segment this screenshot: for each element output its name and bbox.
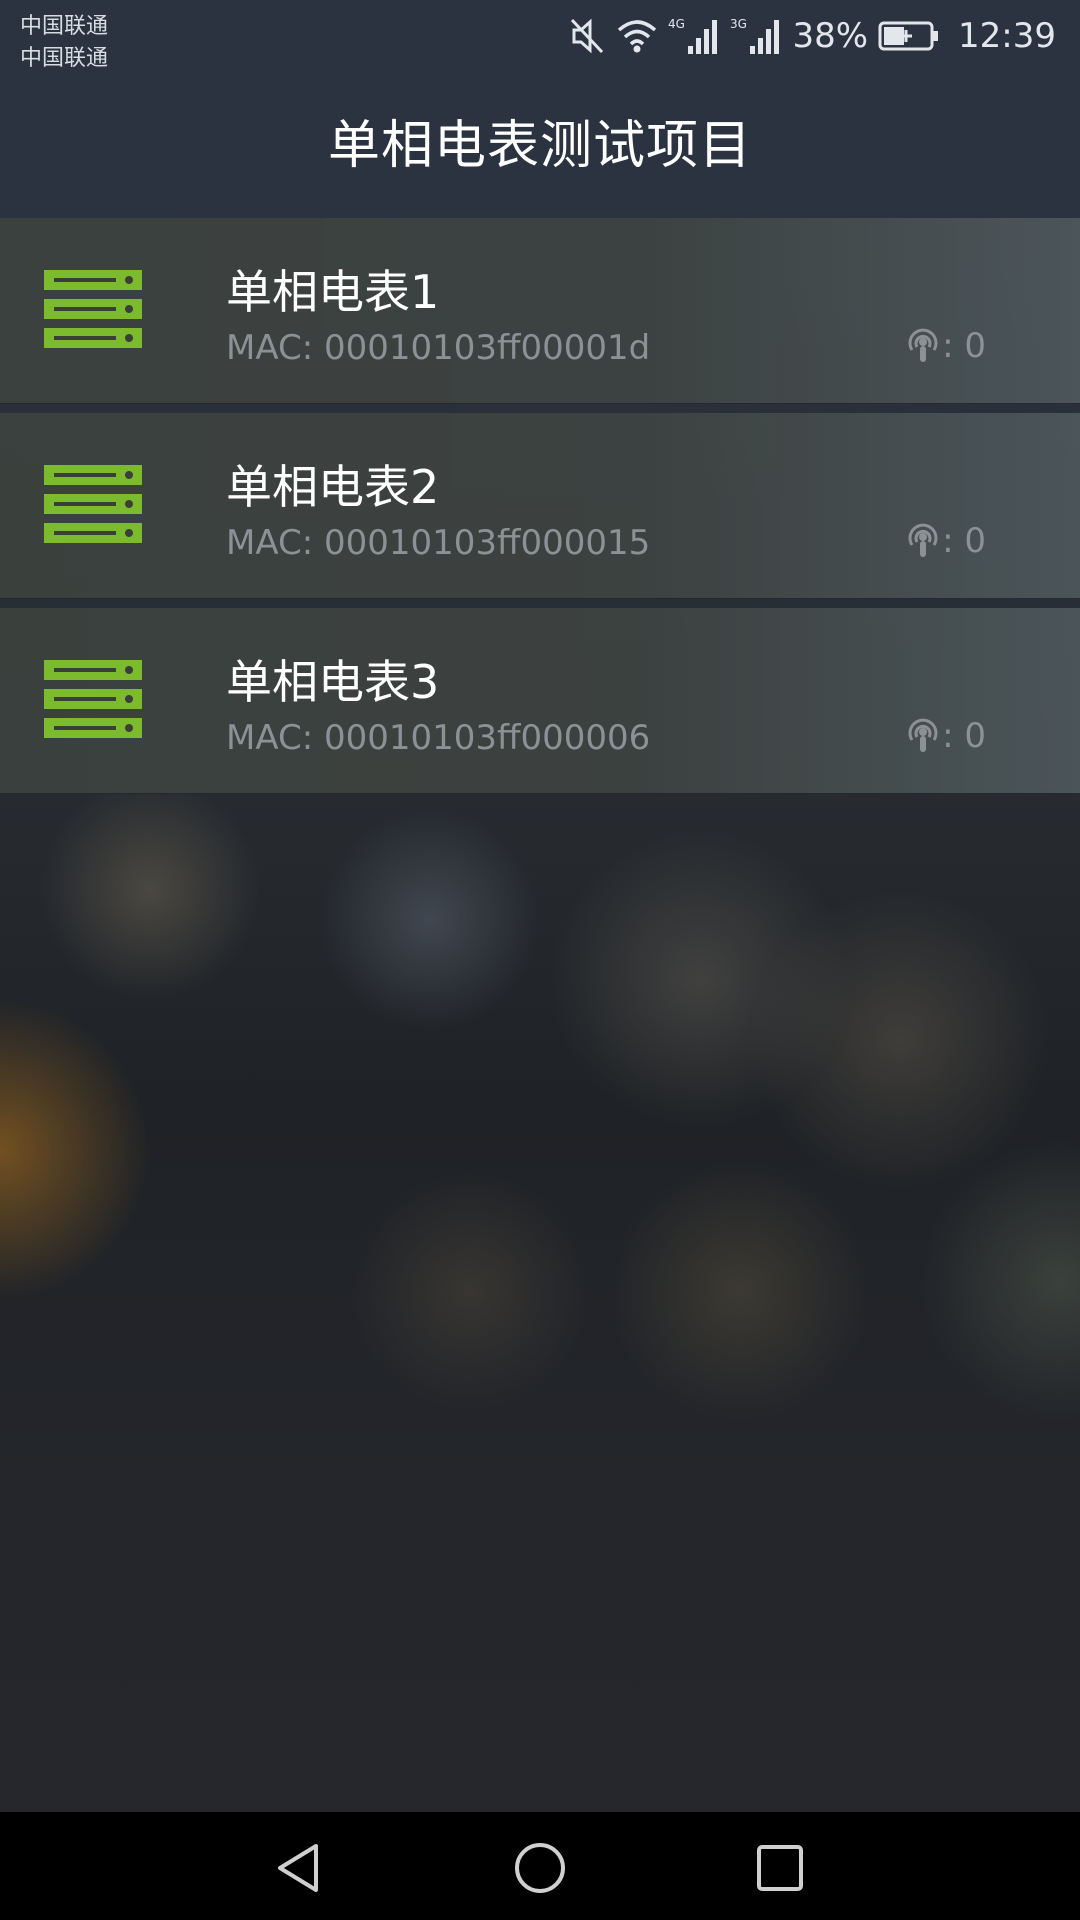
broadcast-icon: [906, 326, 940, 366]
broadcast-icon: [906, 716, 940, 756]
battery-charging-icon: [878, 19, 940, 53]
carrier-label: 中国联通: [20, 14, 109, 39]
carrier-label: 中国联通: [20, 46, 109, 71]
server-icon: [44, 270, 142, 348]
back-icon[interactable]: [272, 1840, 328, 1896]
device-name: 单相电表2: [226, 460, 440, 514]
title-bar: 单相电表测试项目: [0, 72, 1080, 208]
device-name: 单相电表1: [226, 265, 440, 319]
broadcast-icon: [906, 521, 940, 561]
signal-value: : 0: [942, 326, 986, 366]
page-title: 单相电表测试项目: [327, 115, 752, 176]
device-list-item[interactable]: 单相电表1 MAC: 00010103ff00001d : 0: [0, 218, 1080, 404]
status-bar: 中国联通 中国联通 4G 3G 38% 12:39: [0, 0, 1080, 72]
device-list-item[interactable]: 单相电表2 MAC: 00010103ff000015 : 0: [0, 413, 1080, 599]
battery-percent: 38%: [792, 16, 869, 56]
signal-count: : 0: [906, 716, 986, 756]
network-type-label: 3G: [730, 17, 747, 31]
network-type-label: 4G: [668, 17, 685, 31]
recents-icon[interactable]: [752, 1840, 808, 1896]
device-list: 单相电表1 MAC: 00010103ff00001d : 0 单相电表2 MA…: [0, 218, 1080, 803]
device-name: 单相电表3: [226, 655, 440, 709]
navigation-bar: [0, 1812, 1080, 1920]
clock: 12:39: [958, 16, 1056, 56]
device-list-item[interactable]: 单相电表3 MAC: 00010103ff000006 : 0: [0, 608, 1080, 794]
device-mac: MAC: 00010103ff000015: [226, 523, 651, 563]
signal-value: : 0: [942, 521, 986, 561]
signal-value: : 0: [942, 716, 986, 756]
signal-icon: 3G: [730, 16, 782, 56]
mute-icon: [568, 16, 606, 56]
device-mac: MAC: 00010103ff00001d: [226, 328, 651, 368]
home-icon[interactable]: [512, 1840, 568, 1896]
signal-icon: 4G: [668, 16, 720, 56]
device-mac: MAC: 00010103ff000006: [226, 718, 651, 758]
signal-count: : 0: [906, 326, 986, 366]
wifi-icon: [616, 18, 658, 54]
signal-count: : 0: [906, 521, 986, 561]
status-icons: 4G 3G 38% 12:39: [568, 10, 1056, 62]
server-icon: [44, 465, 142, 543]
server-icon: [44, 660, 142, 738]
